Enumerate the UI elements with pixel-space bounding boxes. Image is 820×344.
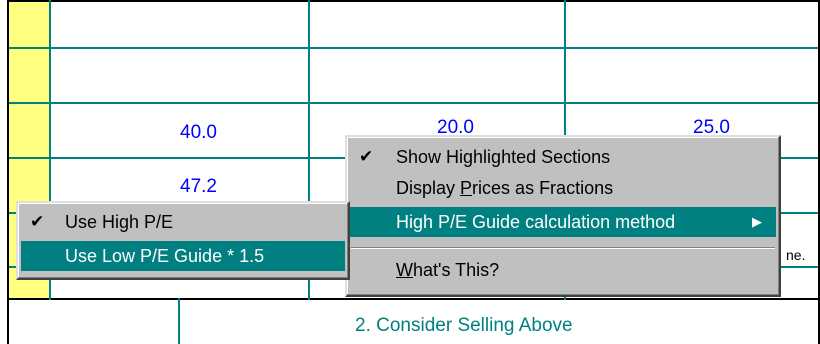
submenu-item-label: Use Low P/E Guide * 1.5 <box>65 246 265 266</box>
context-menu: ✔ Show Highlighted Sections Display Pric… <box>345 135 781 297</box>
submenu-arrow-icon: ▶ <box>752 214 762 229</box>
grid-border-left <box>7 0 9 344</box>
grid-hline-2 <box>9 102 818 104</box>
grid-vline-4 <box>178 298 180 344</box>
section-heading: 2. Consider Selling Above <box>355 315 573 336</box>
menu-item-high-pe-guide-calculation-method[interactable]: High P/E Guide calculation method ▶ <box>350 207 776 237</box>
checkmark-icon: ✔ <box>359 147 374 166</box>
cell-value: 47.2 <box>180 176 217 197</box>
menu-separator <box>351 247 775 249</box>
grid-hline-1 <box>9 47 818 49</box>
menu-item-display-prices-as-fractions[interactable]: Display Prices as Fractions <box>350 173 776 203</box>
checkmark-icon: ✔ <box>30 212 45 231</box>
menu-item-whats-this[interactable]: What's This? <box>350 255 776 285</box>
menu-item-label: Display Prices as Fractions <box>396 178 614 198</box>
submenu-item-label: Use High P/E <box>65 212 174 232</box>
submenu: ✔ Use High P/E Use Low P/E Guide * 1.5 <box>16 201 350 280</box>
submenu-item-use-high-pe[interactable]: ✔ Use High P/E <box>21 207 345 237</box>
truncated-cell-text: ne. <box>786 247 806 263</box>
submenu-item-use-low-pe-guide[interactable]: Use Low P/E Guide * 1.5 <box>21 241 345 271</box>
grid-border-top <box>7 0 820 2</box>
menu-item-label: Show Highlighted Sections <box>396 147 611 167</box>
menu-item-label: High P/E Guide calculation method <box>396 212 676 232</box>
grid-border-lower <box>7 298 820 300</box>
menu-item-label: What's This? <box>396 260 500 280</box>
cell-value: 40.0 <box>180 122 217 143</box>
menu-item-show-highlighted-sections[interactable]: ✔ Show Highlighted Sections <box>350 142 776 172</box>
